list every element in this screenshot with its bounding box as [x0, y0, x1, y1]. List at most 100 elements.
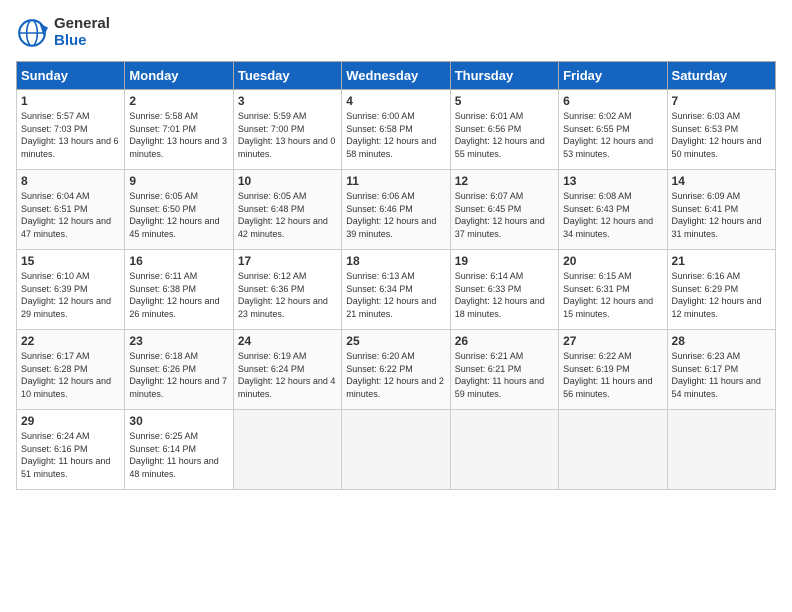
header-row: Sunday Monday Tuesday Wednesday Thursday… — [17, 62, 776, 90]
day-info: Sunrise: 6:19 AM Sunset: 6:24 PM Dayligh… — [238, 350, 337, 400]
col-tuesday: Tuesday — [233, 62, 341, 90]
day-number: 8 — [21, 174, 120, 188]
empty-cell — [342, 410, 450, 490]
col-monday: Monday — [125, 62, 233, 90]
empty-cell — [450, 410, 558, 490]
empty-cell — [667, 410, 775, 490]
day-info: Sunrise: 6:05 AM Sunset: 6:50 PM Dayligh… — [129, 190, 228, 240]
logo-text: General Blue — [54, 16, 110, 49]
day-cell: 3 Sunrise: 5:59 AM Sunset: 7:00 PM Dayli… — [233, 90, 341, 170]
day-number: 4 — [346, 94, 445, 108]
day-cell: 19 Sunrise: 6:14 AM Sunset: 6:33 PM Dayl… — [450, 250, 558, 330]
day-info: Sunrise: 5:57 AM Sunset: 7:03 PM Dayligh… — [21, 110, 120, 160]
day-number: 14 — [672, 174, 771, 188]
empty-cell — [233, 410, 341, 490]
day-info: Sunrise: 6:15 AM Sunset: 6:31 PM Dayligh… — [563, 270, 662, 320]
day-info: Sunrise: 6:21 AM Sunset: 6:21 PM Dayligh… — [455, 350, 554, 400]
day-cell: 1 Sunrise: 5:57 AM Sunset: 7:03 PM Dayli… — [17, 90, 125, 170]
day-info: Sunrise: 6:01 AM Sunset: 6:56 PM Dayligh… — [455, 110, 554, 160]
calendar-week: 1 Sunrise: 5:57 AM Sunset: 7:03 PM Dayli… — [17, 90, 776, 170]
day-cell: 12 Sunrise: 6:07 AM Sunset: 6:45 PM Dayl… — [450, 170, 558, 250]
day-number: 3 — [238, 94, 337, 108]
empty-cell — [559, 410, 667, 490]
day-number: 9 — [129, 174, 228, 188]
day-cell: 11 Sunrise: 6:06 AM Sunset: 6:46 PM Dayl… — [342, 170, 450, 250]
day-cell: 15 Sunrise: 6:10 AM Sunset: 6:39 PM Dayl… — [17, 250, 125, 330]
day-info: Sunrise: 6:16 AM Sunset: 6:29 PM Dayligh… — [672, 270, 771, 320]
col-sunday: Sunday — [17, 62, 125, 90]
day-cell: 21 Sunrise: 6:16 AM Sunset: 6:29 PM Dayl… — [667, 250, 775, 330]
day-info: Sunrise: 6:04 AM Sunset: 6:51 PM Dayligh… — [21, 190, 120, 240]
day-info: Sunrise: 6:13 AM Sunset: 6:34 PM Dayligh… — [346, 270, 445, 320]
calendar-week: 15 Sunrise: 6:10 AM Sunset: 6:39 PM Dayl… — [17, 250, 776, 330]
day-number: 16 — [129, 254, 228, 268]
day-cell: 29 Sunrise: 6:24 AM Sunset: 6:16 PM Dayl… — [17, 410, 125, 490]
day-info: Sunrise: 6:22 AM Sunset: 6:19 PM Dayligh… — [563, 350, 662, 400]
col-friday: Friday — [559, 62, 667, 90]
day-info: Sunrise: 6:10 AM Sunset: 6:39 PM Dayligh… — [21, 270, 120, 320]
day-cell: 20 Sunrise: 6:15 AM Sunset: 6:31 PM Dayl… — [559, 250, 667, 330]
day-cell: 4 Sunrise: 6:00 AM Sunset: 6:58 PM Dayli… — [342, 90, 450, 170]
calendar-week: 8 Sunrise: 6:04 AM Sunset: 6:51 PM Dayli… — [17, 170, 776, 250]
day-cell: 22 Sunrise: 6:17 AM Sunset: 6:28 PM Dayl… — [17, 330, 125, 410]
day-info: Sunrise: 6:12 AM Sunset: 6:36 PM Dayligh… — [238, 270, 337, 320]
day-number: 5 — [455, 94, 554, 108]
day-info: Sunrise: 6:06 AM Sunset: 6:46 PM Dayligh… — [346, 190, 445, 240]
day-cell: 10 Sunrise: 6:05 AM Sunset: 6:48 PM Dayl… — [233, 170, 341, 250]
day-number: 30 — [129, 414, 228, 428]
day-info: Sunrise: 6:00 AM Sunset: 6:58 PM Dayligh… — [346, 110, 445, 160]
day-number: 25 — [346, 334, 445, 348]
day-number: 15 — [21, 254, 120, 268]
day-info: Sunrise: 6:20 AM Sunset: 6:22 PM Dayligh… — [346, 350, 445, 400]
day-number: 21 — [672, 254, 771, 268]
day-number: 22 — [21, 334, 120, 348]
day-number: 7 — [672, 94, 771, 108]
col-saturday: Saturday — [667, 62, 775, 90]
day-cell: 28 Sunrise: 6:23 AM Sunset: 6:17 PM Dayl… — [667, 330, 775, 410]
day-info: Sunrise: 5:58 AM Sunset: 7:01 PM Dayligh… — [129, 110, 228, 160]
day-number: 27 — [563, 334, 662, 348]
day-cell: 6 Sunrise: 6:02 AM Sunset: 6:55 PM Dayli… — [559, 90, 667, 170]
day-number: 10 — [238, 174, 337, 188]
day-number: 24 — [238, 334, 337, 348]
col-wednesday: Wednesday — [342, 62, 450, 90]
day-info: Sunrise: 6:18 AM Sunset: 6:26 PM Dayligh… — [129, 350, 228, 400]
day-cell: 9 Sunrise: 6:05 AM Sunset: 6:50 PM Dayli… — [125, 170, 233, 250]
day-cell: 24 Sunrise: 6:19 AM Sunset: 6:24 PM Dayl… — [233, 330, 341, 410]
calendar-week: 22 Sunrise: 6:17 AM Sunset: 6:28 PM Dayl… — [17, 330, 776, 410]
day-info: Sunrise: 6:23 AM Sunset: 6:17 PM Dayligh… — [672, 350, 771, 400]
day-number: 17 — [238, 254, 337, 268]
day-cell: 23 Sunrise: 6:18 AM Sunset: 6:26 PM Dayl… — [125, 330, 233, 410]
day-cell: 18 Sunrise: 6:13 AM Sunset: 6:34 PM Dayl… — [342, 250, 450, 330]
day-info: Sunrise: 6:17 AM Sunset: 6:28 PM Dayligh… — [21, 350, 120, 400]
page-header: General Blue — [16, 16, 776, 49]
day-number: 6 — [563, 94, 662, 108]
day-cell: 2 Sunrise: 5:58 AM Sunset: 7:01 PM Dayli… — [125, 90, 233, 170]
day-number: 29 — [21, 414, 120, 428]
day-info: Sunrise: 6:02 AM Sunset: 6:55 PM Dayligh… — [563, 110, 662, 160]
day-cell: 25 Sunrise: 6:20 AM Sunset: 6:22 PM Dayl… — [342, 330, 450, 410]
day-info: Sunrise: 6:11 AM Sunset: 6:38 PM Dayligh… — [129, 270, 228, 320]
day-cell: 5 Sunrise: 6:01 AM Sunset: 6:56 PM Dayli… — [450, 90, 558, 170]
day-number: 1 — [21, 94, 120, 108]
day-number: 26 — [455, 334, 554, 348]
day-cell: 13 Sunrise: 6:08 AM Sunset: 6:43 PM Dayl… — [559, 170, 667, 250]
logo-globe-icon — [16, 17, 48, 49]
day-cell: 14 Sunrise: 6:09 AM Sunset: 6:41 PM Dayl… — [667, 170, 775, 250]
day-number: 23 — [129, 334, 228, 348]
day-number: 12 — [455, 174, 554, 188]
day-number: 11 — [346, 174, 445, 188]
day-info: Sunrise: 6:07 AM Sunset: 6:45 PM Dayligh… — [455, 190, 554, 240]
day-info: Sunrise: 6:25 AM Sunset: 6:14 PM Dayligh… — [129, 430, 228, 480]
day-info: Sunrise: 6:05 AM Sunset: 6:48 PM Dayligh… — [238, 190, 337, 240]
day-number: 20 — [563, 254, 662, 268]
day-info: Sunrise: 6:09 AM Sunset: 6:41 PM Dayligh… — [672, 190, 771, 240]
day-number: 13 — [563, 174, 662, 188]
calendar-table: Sunday Monday Tuesday Wednesday Thursday… — [16, 61, 776, 490]
logo: General Blue — [16, 16, 110, 49]
day-number: 28 — [672, 334, 771, 348]
day-cell: 26 Sunrise: 6:21 AM Sunset: 6:21 PM Dayl… — [450, 330, 558, 410]
day-cell: 8 Sunrise: 6:04 AM Sunset: 6:51 PM Dayli… — [17, 170, 125, 250]
day-cell: 16 Sunrise: 6:11 AM Sunset: 6:38 PM Dayl… — [125, 250, 233, 330]
day-number: 19 — [455, 254, 554, 268]
